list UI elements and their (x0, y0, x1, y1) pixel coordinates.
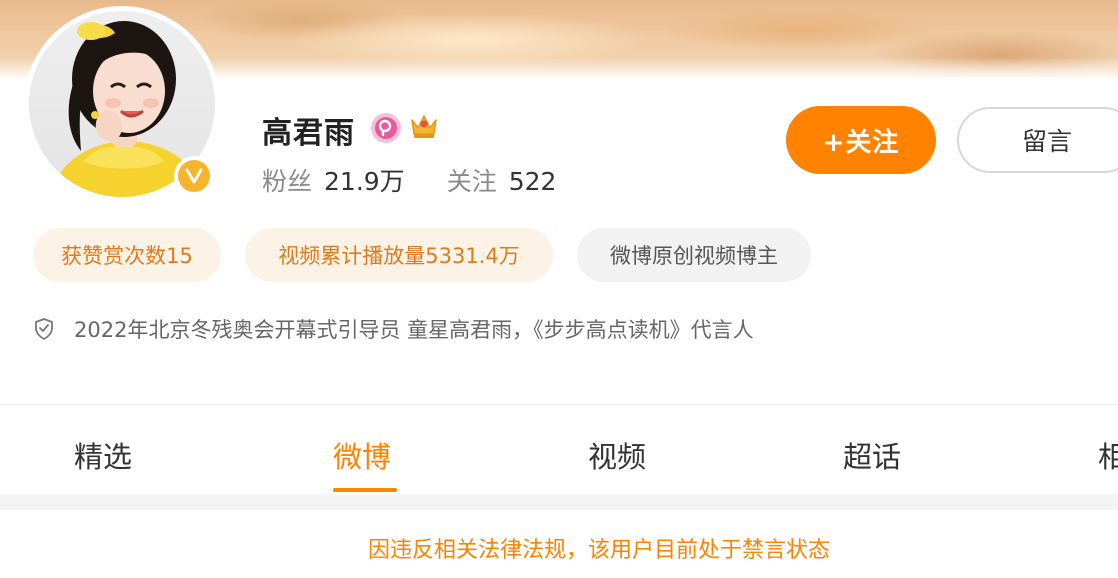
tab-supertopic[interactable]: 超话 (843, 434, 901, 476)
ban-notice-text: 因违反相关法律法规，该用户目前处于禁言状态 (368, 538, 831, 563)
section-divider (0, 404, 1118, 405)
message-button[interactable]: 留言 (957, 107, 1118, 173)
profile-name: 高君雨 (262, 116, 355, 151)
tab-video[interactable]: 视频 (588, 434, 646, 476)
notice-separator (0, 494, 1118, 510)
crown-icon[interactable] (408, 110, 440, 144)
tag-creator-type[interactable]: 微博原创视频博主 (577, 228, 811, 282)
tag-reward-count[interactable]: 获赞赏次数15 (33, 228, 221, 282)
tag-video-views[interactable]: 视频累计播放量5331.4万 (245, 228, 553, 282)
following-label: 关注 (446, 167, 497, 196)
bio-text: 2022年北京冬残奥会开幕式引导员 童星高君雨，《步步高点读机》代言人 (74, 318, 754, 342)
tab-weibo[interactable]: 微博 (333, 434, 391, 476)
profile-stats: 粉丝 21.9万 关注 522 (262, 162, 598, 198)
following-count[interactable]: 522 (509, 167, 557, 196)
follow-button[interactable]: +关注 (786, 106, 936, 174)
shield-icon (34, 318, 54, 340)
active-tab-indicator (333, 488, 397, 492)
vip-level-icon[interactable] (370, 112, 402, 148)
verified-v-icon (174, 156, 214, 196)
bio-row: 2022年北京冬残奥会开幕式引导员 童星高君雨，《步步高点读机》代言人 (34, 314, 754, 344)
tab-featured[interactable]: 精选 (74, 434, 132, 476)
followers-label: 粉丝 (262, 167, 313, 196)
tab-album[interactable]: 相 (1098, 434, 1118, 476)
followers-count[interactable]: 21.9万 (324, 162, 405, 198)
